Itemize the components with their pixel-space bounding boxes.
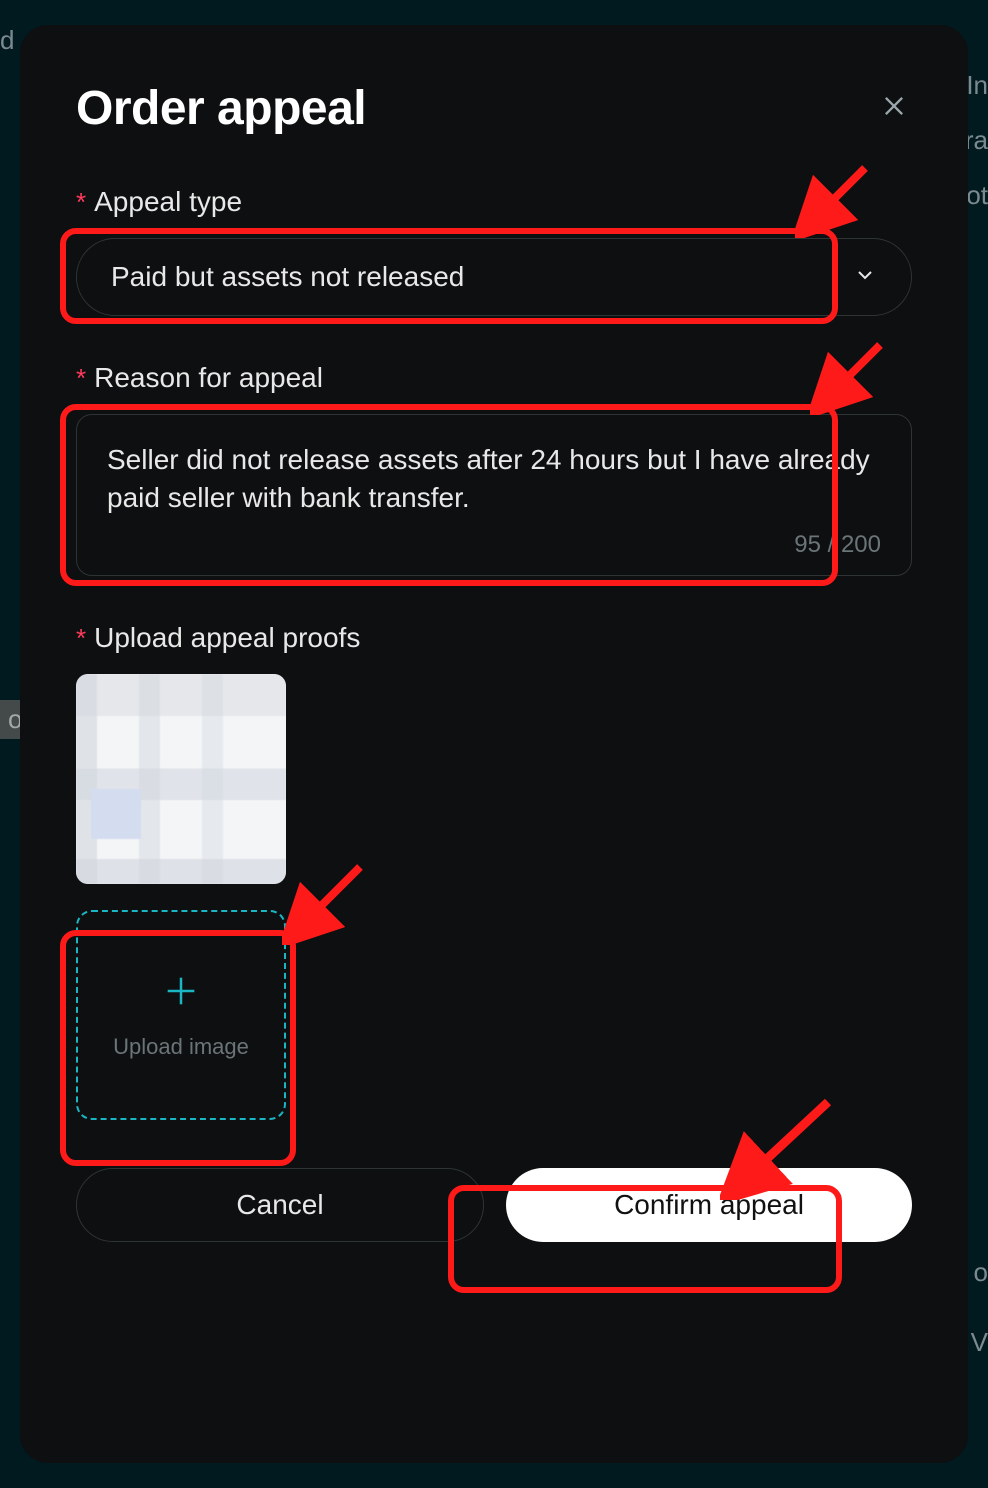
modal-title: Order appeal <box>76 81 366 136</box>
appeal-type-select[interactable]: Paid but assets not released <box>76 238 912 316</box>
upload-image-button[interactable]: Upload image <box>76 910 286 1120</box>
bg-text: d <box>0 25 14 56</box>
modal-header: Order appeal <box>76 81 912 136</box>
reason-section: * Reason for appeal Seller did not relea… <box>76 362 912 576</box>
bg-text: o <box>974 1257 988 1288</box>
proofs-label: * Upload appeal proofs <box>76 622 912 654</box>
bg-text: In <box>966 70 988 101</box>
reason-textarea[interactable]: Seller did not release assets after 24 h… <box>76 414 912 576</box>
upload-image-label: Upload image <box>113 1034 249 1060</box>
proofs-section: * Upload appeal proofs Upload image <box>76 622 912 1120</box>
appeal-type-label: * Appeal type <box>76 186 912 218</box>
required-asterisk: * <box>76 187 86 218</box>
required-asterisk: * <box>76 363 86 394</box>
cancel-button[interactable]: Cancel <box>76 1168 484 1242</box>
reason-text-value: Seller did not release assets after 24 h… <box>107 441 881 519</box>
uploaded-proof-thumbnail[interactable] <box>76 674 286 884</box>
confirm-appeal-button[interactable]: Confirm appeal <box>506 1168 912 1242</box>
appeal-type-selected-value: Paid but assets not released <box>111 261 464 293</box>
bg-text: ra <box>965 125 988 156</box>
order-appeal-modal: Order appeal * Appeal type Paid but asse… <box>20 25 968 1463</box>
close-icon <box>880 92 908 125</box>
proofs-label-text: Upload appeal proofs <box>94 622 360 654</box>
close-button[interactable] <box>876 91 912 127</box>
appeal-type-label-text: Appeal type <box>94 186 242 218</box>
plus-icon <box>161 971 201 1016</box>
reason-label: * Reason for appeal <box>76 362 912 394</box>
appeal-type-section: * Appeal type Paid but assets not releas… <box>76 186 912 316</box>
modal-button-row: Cancel Confirm appeal <box>76 1168 912 1242</box>
proof-image-blurred <box>76 674 286 884</box>
required-asterisk: * <box>76 623 86 654</box>
reason-label-text: Reason for appeal <box>94 362 323 394</box>
reason-char-count: 95 / 200 <box>107 531 881 559</box>
chevron-down-icon <box>853 263 877 292</box>
bg-text: V <box>971 1327 988 1358</box>
bg-text: ot <box>966 180 988 211</box>
